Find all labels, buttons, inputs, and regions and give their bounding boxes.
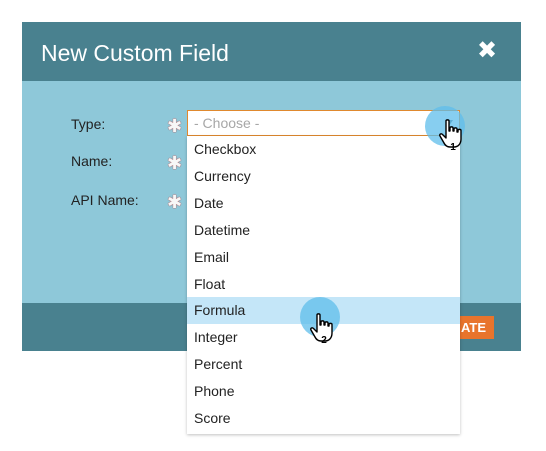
dialog-header: New Custom Field ✖ xyxy=(22,22,521,81)
option-score[interactable]: Score xyxy=(187,405,460,432)
required-asterisk-icon: ✱ xyxy=(167,153,183,173)
type-select-value: - Choose - xyxy=(194,115,260,131)
option-phone[interactable]: Phone xyxy=(187,378,460,405)
option-currency[interactable]: Currency xyxy=(187,163,460,190)
option-float[interactable]: Float xyxy=(187,271,460,298)
option-date[interactable]: Date xyxy=(187,190,460,217)
type-dropdown-list: Checkbox Currency Date Datetime Email Fl… xyxy=(187,136,460,434)
close-icon[interactable]: ✖ xyxy=(475,39,499,63)
option-email[interactable]: Email xyxy=(187,244,460,271)
name-label: Name: xyxy=(71,153,113,169)
option-checkbox[interactable]: Checkbox xyxy=(187,136,460,163)
option-datetime[interactable]: Datetime xyxy=(187,217,460,244)
step-number-badge: 2 xyxy=(321,335,327,346)
api-name-label: API Name: xyxy=(71,192,139,208)
option-percent[interactable]: Percent xyxy=(187,351,460,378)
required-asterisk-icon: ✱ xyxy=(167,192,183,212)
type-label: Type: xyxy=(71,116,106,132)
create-button-label: ATE xyxy=(460,320,486,335)
type-select[interactable]: - Choose - xyxy=(187,110,460,136)
required-asterisk-icon: ✱ xyxy=(167,116,183,136)
step-number-badge: 1 xyxy=(450,142,456,153)
dialog-title: New Custom Field xyxy=(41,40,229,66)
